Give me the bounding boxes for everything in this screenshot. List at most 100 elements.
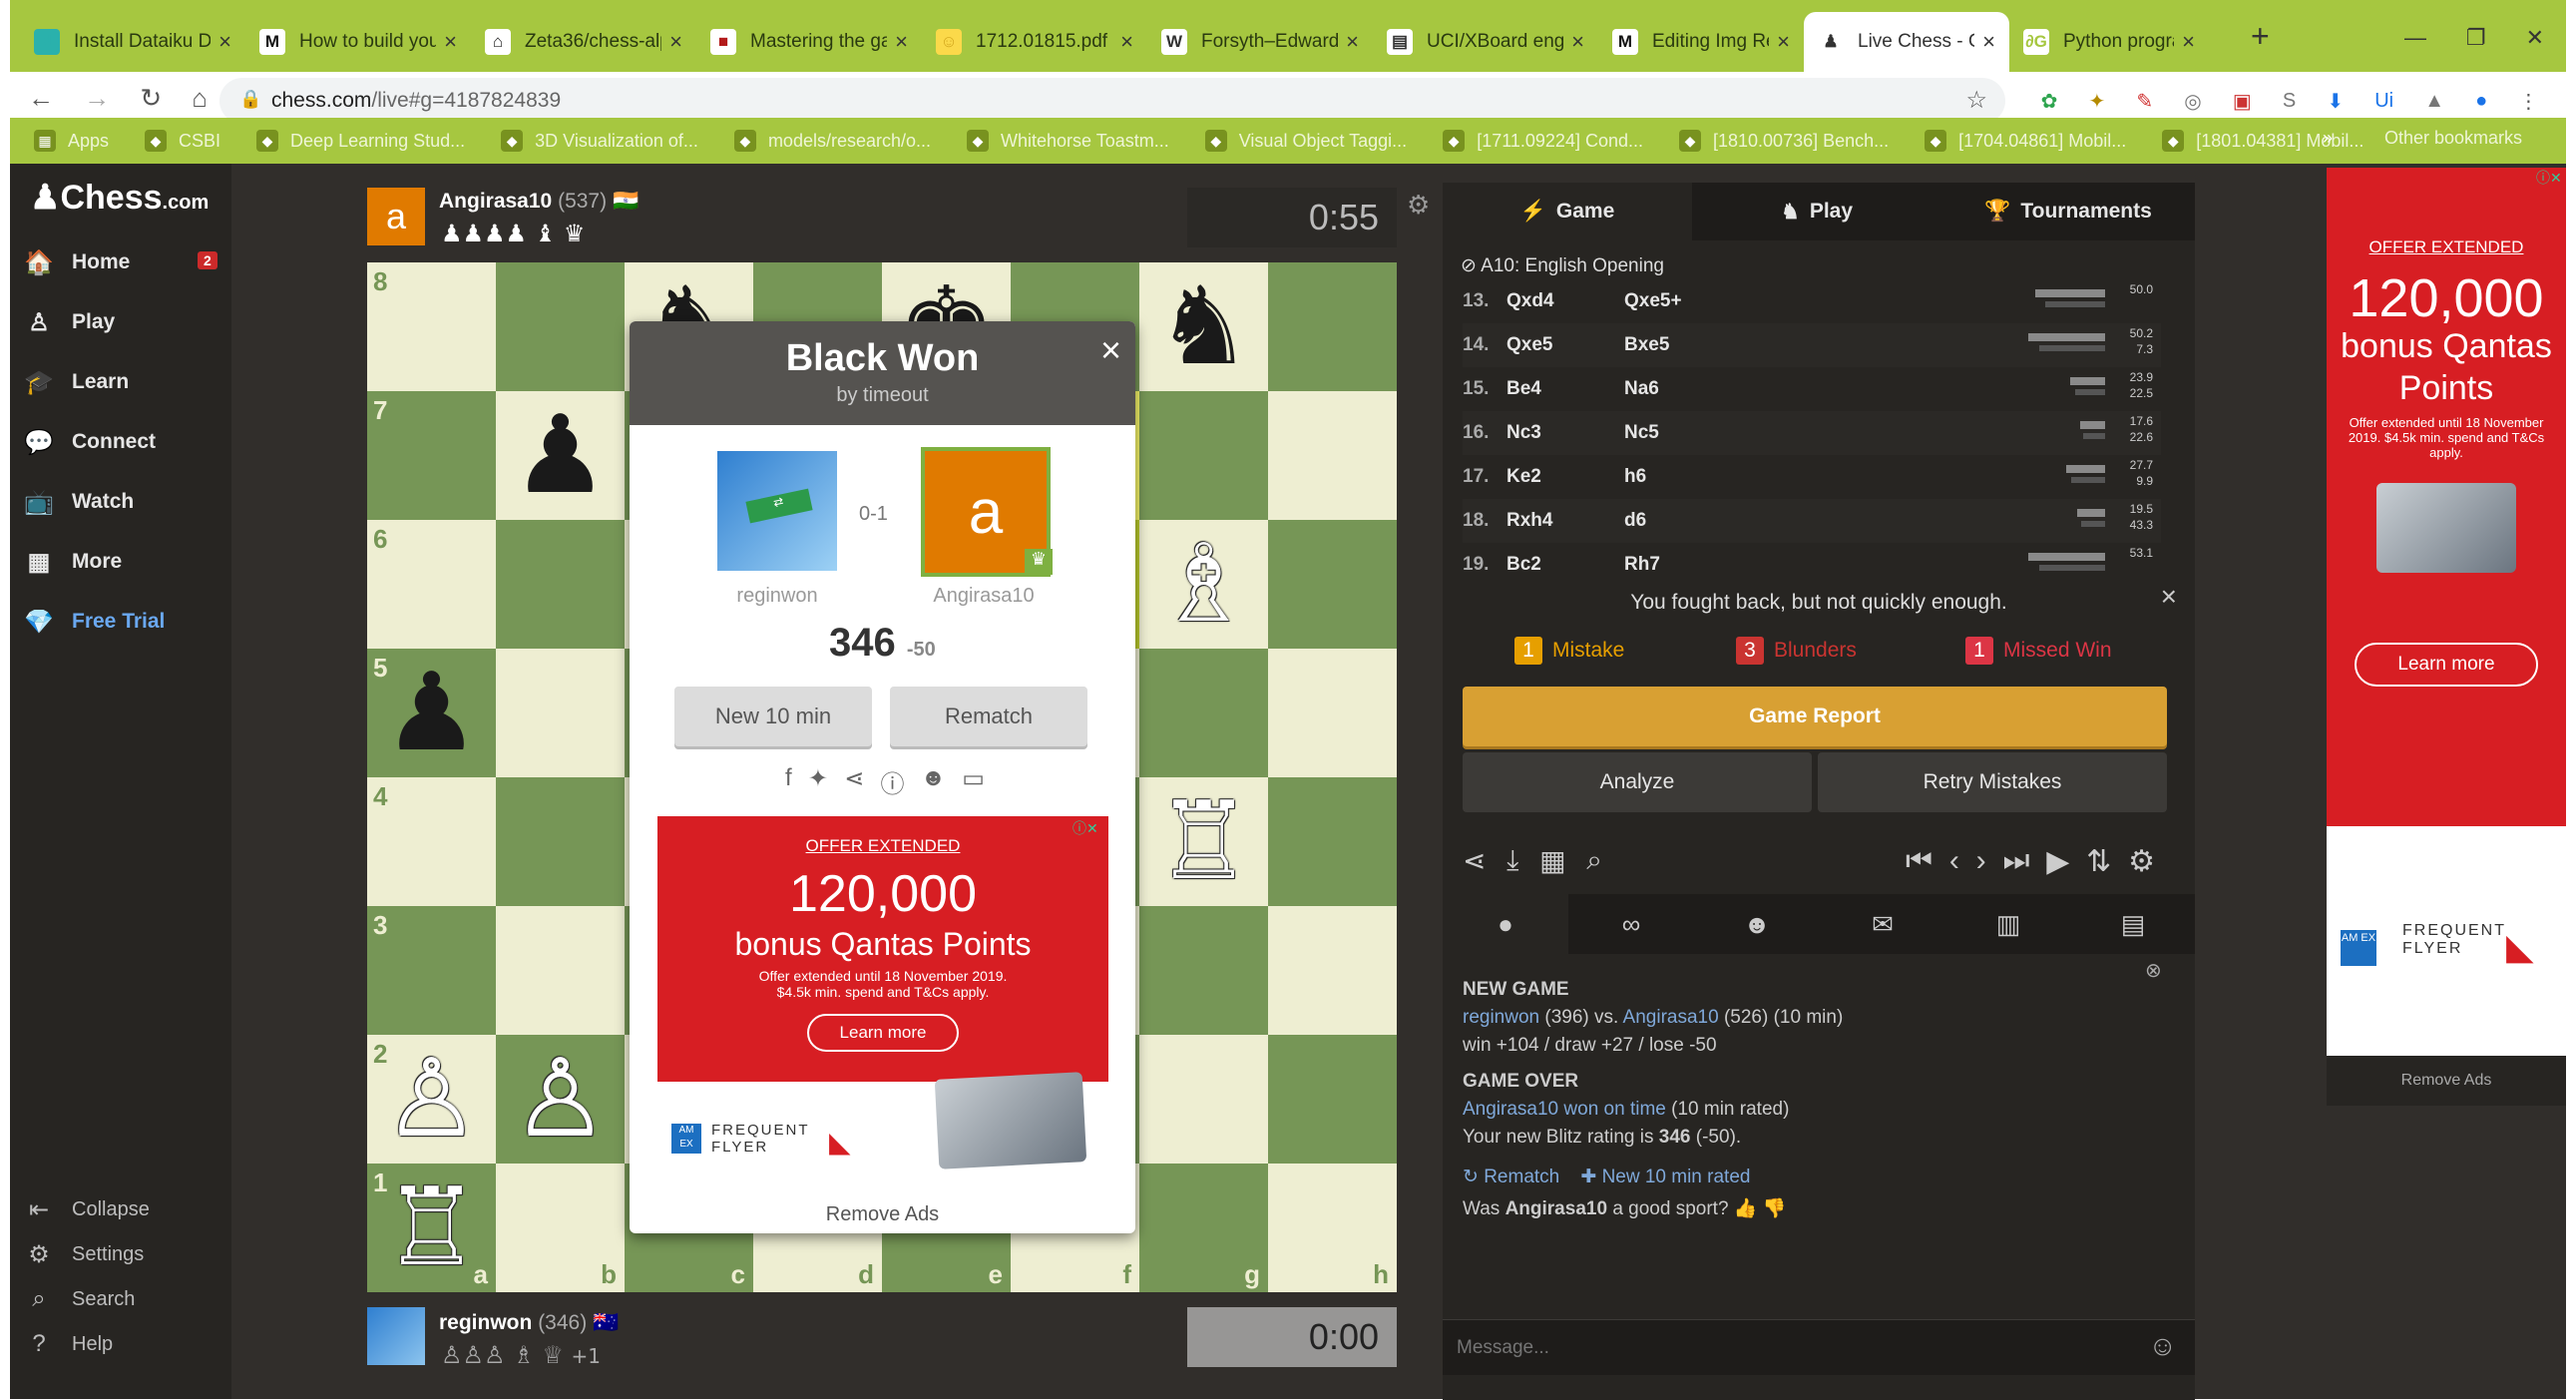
tab-close-icon[interactable]: × [1346,29,1359,55]
stat-missed-win[interactable]: 1 Missed Win [1965,637,2112,665]
first-move-icon[interactable]: ⏮ [1906,844,1932,879]
chat-player2[interactable]: Angirasa10 [1623,1007,1719,1028]
square-h5[interactable] [1268,649,1397,777]
white-move[interactable]: Ke2 [1506,466,1624,488]
sidebar-ad[interactable]: OFFER EXTENDED 120,000 bonus Qantas Poin… [2327,168,2566,1106]
other-bookmarks[interactable]: Other bookmarks [2384,128,2522,149]
chat-rematch-link[interactable]: Rematch [1484,1167,1559,1187]
sidebar-footer-settings[interactable]: ⚙ Settings [22,1240,144,1269]
browser-tab[interactable]: M How to build your own × [245,12,471,72]
reload-icon[interactable]: ↻ [140,83,162,114]
chat-winner[interactable]: Angirasa10 [1463,1099,1558,1120]
close-modal-icon[interactable]: × [1100,329,1121,371]
browser-tab[interactable]: d Install Dataiku DSS × [20,12,245,72]
download-icon[interactable]: ⬇ [2327,89,2344,114]
stat-mistake[interactable]: 1 Mistake [1514,637,1624,665]
share-game-icon[interactable]: ⋖ [1463,844,1486,877]
ext-red-icon[interactable]: ▣ [2233,89,2252,114]
chat-player1[interactable]: reginwon [1463,1007,1539,1028]
square-g5[interactable] [1139,649,1268,777]
new-tab-button[interactable]: + [2251,18,2270,55]
tab-close-icon[interactable]: × [1777,29,1790,55]
white-move[interactable]: Nc3 [1506,422,1624,444]
info-icon[interactable]: ⓘ [881,764,905,799]
sidebar-item-free-trial[interactable]: 💎 Free Trial [22,605,165,639]
evernote-icon[interactable]: ✿ [2041,89,2058,114]
square-b4[interactable] [496,777,625,906]
top-player-name[interactable]: Angirasa10 [439,190,552,213]
bottom-player-name[interactable]: reginwon [439,1311,532,1334]
browser-tab[interactable]: ∂G Python programming × [2009,12,2209,72]
bookmark-item[interactable]: ◆ Deep Learning Stud... [256,130,465,152]
browser-tab[interactable]: W Forsyth–Edwards Notation × [1147,12,1373,72]
square-h7[interactable] [1268,391,1397,520]
white-move[interactable]: Qxd4 [1506,290,1624,312]
binoculars-icon[interactable]: ∞ [1568,894,1694,954]
square-h2[interactable] [1268,1035,1397,1164]
bookmark-item[interactable]: ◆ [1711.09224] Cond... [1443,130,1643,152]
tab-close-icon[interactable]: × [444,29,457,55]
square-h4[interactable] [1268,777,1397,906]
browser-tab[interactable]: ■ Mastering the game × [696,12,922,72]
twitter-icon[interactable]: ✦ [808,764,828,799]
sidebar-footer-help[interactable]: ? Help [22,1330,113,1358]
flip-board-icon[interactable]: ⇅ [2086,844,2111,879]
analyze-button[interactable]: Analyze [1463,752,1812,812]
square-g2[interactable] [1139,1035,1268,1164]
sidebar-item-more[interactable]: ▦ More [22,545,123,579]
modal-remove-ads[interactable]: Remove Ads [630,1203,1135,1226]
ui-icon[interactable]: Ui [2374,90,2393,113]
black-move[interactable]: Rh7 [1624,554,1742,576]
square-b8[interactable] [496,262,625,391]
tab-play[interactable]: ♞ Play [1692,183,1941,240]
bookmark-item[interactable]: ▦ Apps [34,130,109,152]
bookmark-item[interactable]: ◆ 3D Visualization of... [501,130,698,152]
last-move-icon[interactable]: ⏭ [2002,844,2029,879]
new-game-button[interactable]: New 10 min [674,687,872,746]
board-editor-icon[interactable]: ▦ [1539,844,1565,877]
square-b7[interactable]: ♟ [496,391,625,520]
white-rook-icon[interactable]: ♖ [1155,787,1252,896]
sidebar-item-watch[interactable]: 📺 Watch [22,485,134,519]
settings-gear-icon[interactable]: ⚙ [2128,844,2155,879]
square-a2[interactable]: 2 ♙ [367,1035,496,1164]
square-g4[interactable]: ♖ [1139,777,1268,906]
thumbs-down-icon[interactable]: 👎 [1763,1198,1787,1219]
prev-move-icon[interactable]: ‹ [1949,844,1959,879]
black-move[interactable]: Nc5 [1624,422,1742,444]
minimize-icon[interactable]: — [2404,25,2426,51]
friend-icon[interactable]: ☻ [921,764,946,799]
white-pawn-icon[interactable]: ♙ [383,1045,480,1154]
events-icon[interactable]: ▤ [2071,894,2195,954]
forward-icon[interactable]: → [84,83,110,114]
chat-new-rated-link[interactable]: New 10 min rated [1602,1167,1751,1187]
black-move[interactable]: h6 [1624,466,1742,488]
maximize-icon[interactable]: ❐ [2466,25,2486,51]
tab-close-icon[interactable]: × [218,29,231,55]
tab-tournaments[interactable]: 🏆 Tournaments [1941,183,2195,240]
browser-tab[interactable]: ♟ Live Chess - Chess.com × [1804,12,2009,72]
pen-icon[interactable]: ✎ [2136,89,2153,114]
white-move[interactable]: Be4 [1506,378,1624,400]
white-move[interactable]: Bc2 [1506,554,1624,576]
winner-loser-avatar-left[interactable]: ⇄ [717,451,837,571]
close-window-icon[interactable]: ✕ [2526,25,2544,51]
emoji-icon[interactable]: ☺ [2148,1330,2177,1362]
bookmark-item[interactable]: ◆ [1801.04381] Mobil... [2162,130,2363,152]
rad-remove-ads[interactable]: Remove Ads [2327,1056,2566,1106]
thumbs-up-icon[interactable]: 👍 [1734,1198,1758,1219]
next-move-icon[interactable]: › [1976,844,1986,879]
friends-icon[interactable]: ☻ [1694,894,1820,954]
square-a8[interactable]: 8 [367,262,496,391]
bookmark-item[interactable]: ◆ [1704.04861] Mobil... [1925,130,2126,152]
facebook-icon[interactable]: f [785,764,792,799]
square-b5[interactable] [496,649,625,777]
browser-tab[interactable]: ▤ UCI/XBoard engines × [1373,12,1598,72]
board-settings-icon[interactable]: ⚙ [1407,190,1430,221]
square-a6[interactable]: 6 [367,520,496,649]
black-pawn-icon[interactable]: ♟ [383,659,480,767]
tab-game[interactable]: ⚡ Game [1443,183,1692,240]
home-browser-icon[interactable]: ⌂ [192,83,208,114]
game-report-button[interactable]: Game Report [1463,687,2167,746]
square-h3[interactable] [1268,906,1397,1035]
